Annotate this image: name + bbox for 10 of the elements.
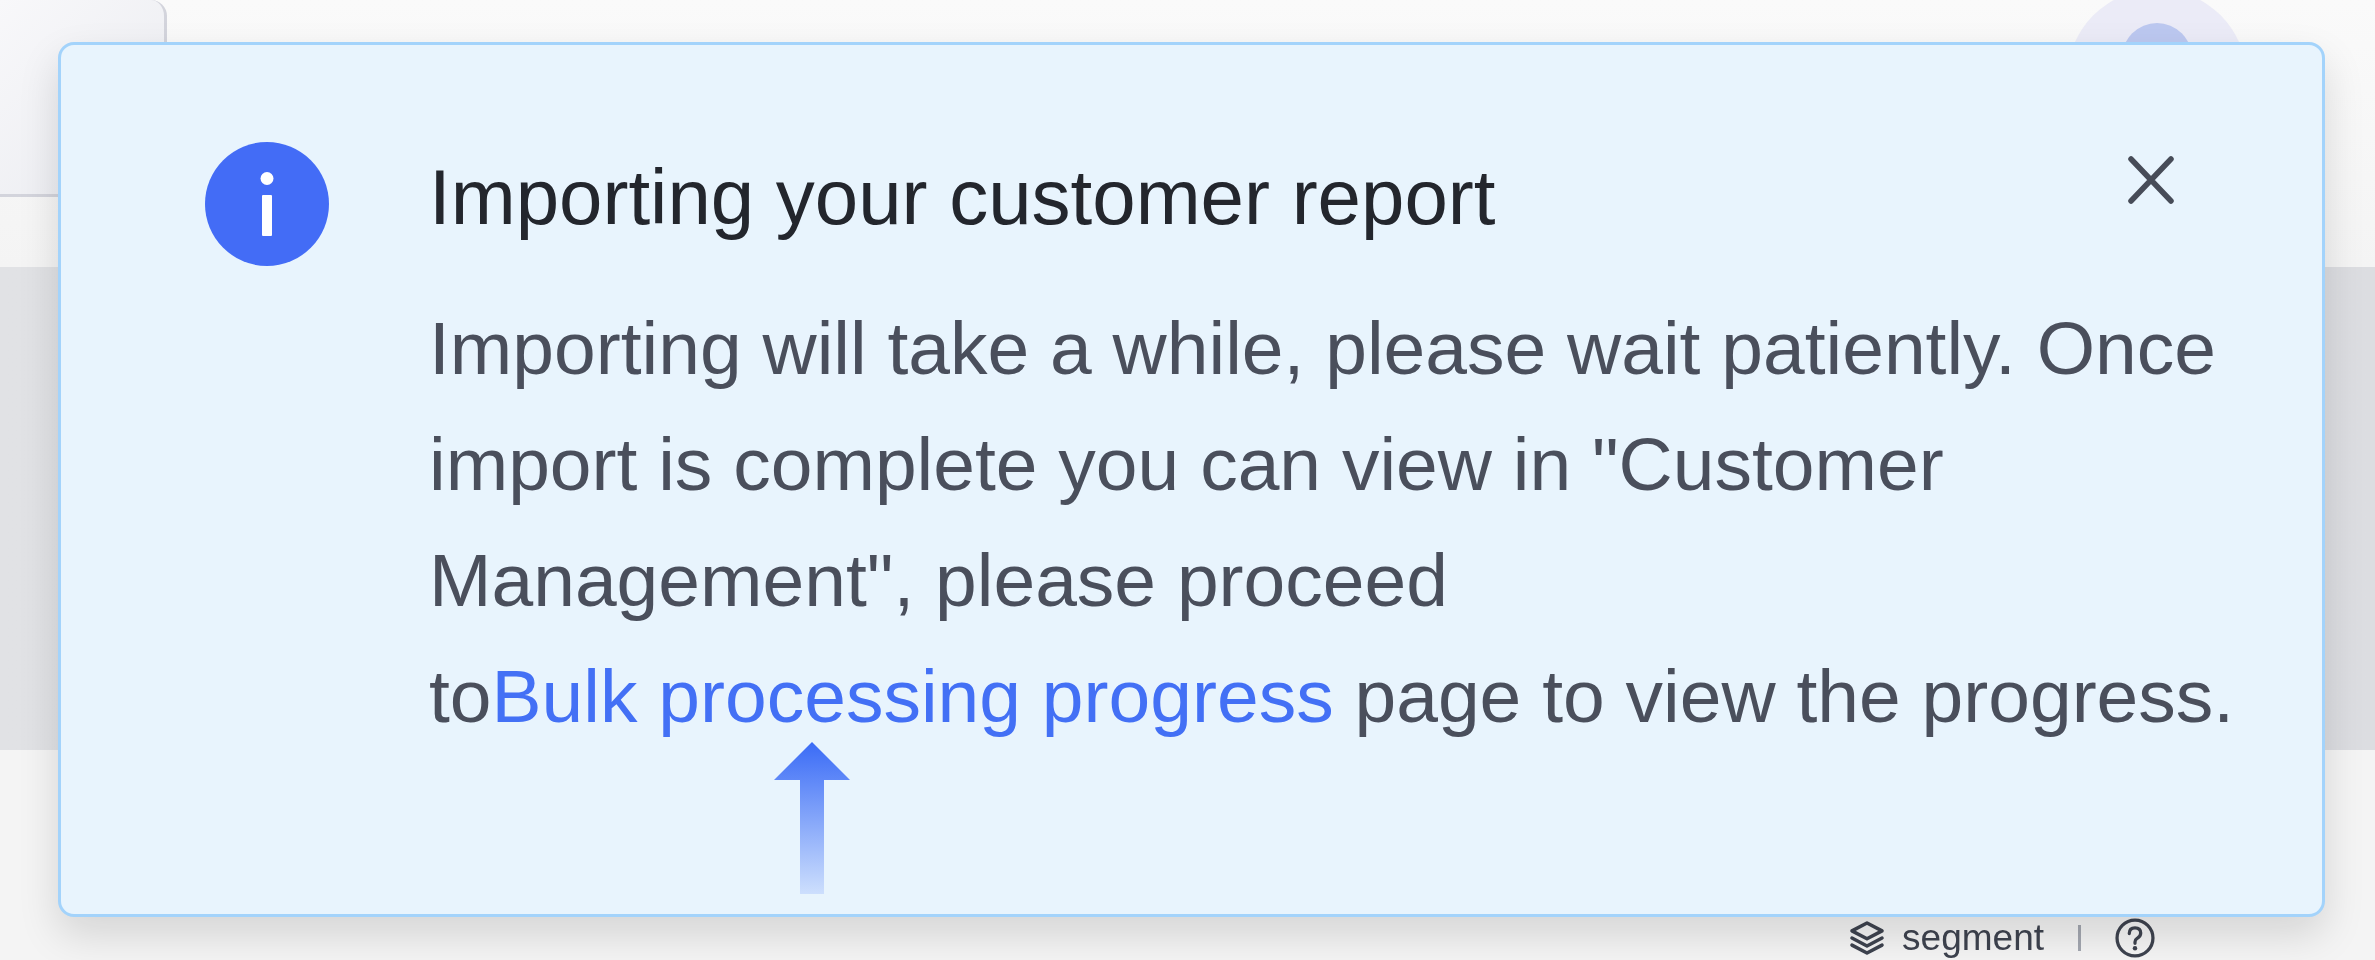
info-icon: [205, 142, 329, 266]
segment-button[interactable]: segment: [1848, 917, 2044, 959]
close-icon: [2127, 155, 2175, 205]
notification-title: Importing your customer report: [429, 152, 1497, 243]
progress-link[interactable]: Bulk processing progress: [491, 654, 1334, 738]
help-icon[interactable]: [2115, 918, 2155, 958]
message-text: Importing will take a while, please wait patiently. Once import is complete you can view in "Customer Management", please proceed toBulk processing progress page to view the progress.: [429, 305, 2236, 740]
up-arrow-icon: [773, 742, 850, 894]
close-button[interactable]: [2127, 155, 2175, 205]
layers-icon: [1848, 919, 1887, 957]
